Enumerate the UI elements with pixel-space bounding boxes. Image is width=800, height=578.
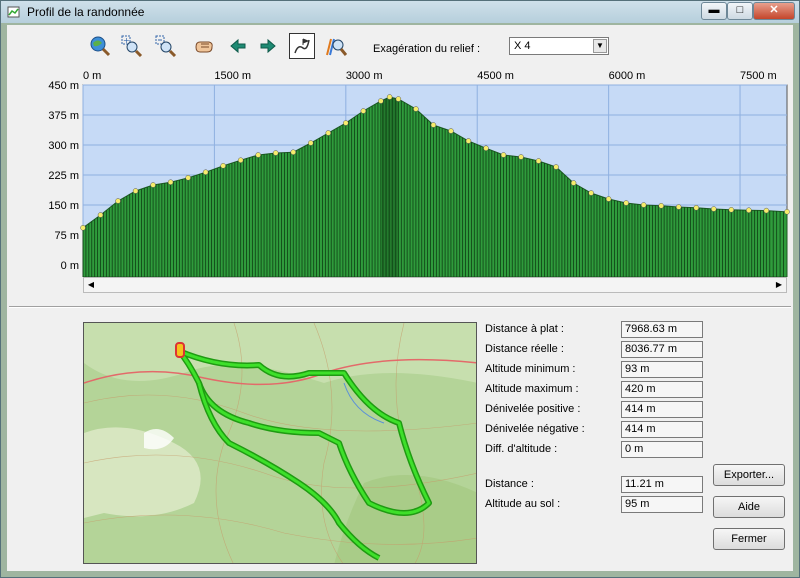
stat-value: 7968.63 m (621, 321, 703, 338)
stat-label: Distance à plat : (485, 323, 564, 335)
profile-point (728, 207, 735, 213)
profile-point (693, 205, 699, 211)
profile-window: Profil de la randonnée ▬ □ ✕ + Exagérati… (0, 0, 800, 578)
profile-point (535, 158, 542, 164)
profile-point (430, 122, 437, 128)
stat-label: Distance réelle : (485, 343, 564, 355)
profile-point (220, 163, 226, 169)
profile-point (80, 225, 86, 231)
export-button[interactable]: Exporter... (713, 464, 785, 486)
profile-point (132, 188, 139, 194)
profile-point (272, 150, 279, 156)
profile-point (97, 212, 104, 218)
profile-point (185, 175, 191, 181)
profile-scrollbar[interactable]: ◀ ▶ (83, 277, 787, 293)
x-tick-label: 0 m (83, 70, 101, 82)
y-tick-label: 75 m (55, 230, 79, 242)
stat-label: Altitude maximum : (485, 383, 579, 395)
maximize-button[interactable]: □ (727, 2, 753, 20)
stat-label: Altitude minimum : (485, 363, 576, 375)
profile-point (675, 204, 682, 210)
profile-point (202, 169, 209, 175)
profile-point (483, 145, 489, 151)
profile-point (763, 207, 770, 214)
close-button[interactable]: Fermer (713, 528, 785, 550)
y-tick-label: 225 m (48, 170, 79, 182)
profile-point (308, 140, 314, 146)
profile-point (343, 120, 349, 126)
profile-point (167, 179, 174, 185)
profile-point (115, 198, 121, 204)
x-tick-label: 3000 m (346, 70, 383, 82)
divider (9, 306, 791, 308)
profile-point (255, 152, 261, 158)
profile-point (360, 108, 367, 114)
window-title: Profil de la randonnée (27, 5, 145, 19)
profile-point (553, 164, 559, 170)
topographic-map-image (84, 323, 476, 563)
stat-value: 420 m (621, 381, 703, 398)
profile-point (588, 190, 594, 196)
scroll-right-arrow-icon[interactable]: ▶ (772, 278, 786, 292)
stat-value: 414 m (621, 421, 703, 438)
help-button[interactable]: Aide (713, 496, 785, 518)
elevation-profile-chart[interactable]: 0 m 1500 m 3000 m 4500 m 6000 m 7500 m 450 m 37… (7, 25, 793, 277)
minimize-button[interactable]: ▬ (701, 2, 727, 20)
x-tick-label: 6000 m (609, 70, 646, 82)
stat-label: Dénivelée positive : (485, 403, 581, 415)
profile-point (711, 206, 717, 212)
profile-point (413, 106, 419, 112)
profile-point (325, 130, 332, 136)
x-tick-label: 7500 m (740, 70, 777, 82)
x-tick-label: 1500 m (214, 70, 251, 82)
profile-point (570, 180, 577, 186)
close-window-button[interactable]: ✕ (753, 2, 795, 20)
y-tick-label: 150 m (48, 200, 79, 212)
profile-point (465, 138, 472, 144)
route-map[interactable] (83, 322, 477, 564)
y-tick-label: 300 m (48, 140, 79, 152)
profile-point (378, 98, 384, 104)
x-tick-label: 4500 m (477, 70, 514, 82)
profile-point (448, 128, 454, 134)
profile-point (518, 154, 524, 160)
stat-label: Dénivelée négative : (485, 423, 585, 435)
profile-point (640, 202, 647, 208)
cursor-value: 11.21 m (621, 476, 703, 493)
y-tick-label: 450 m (48, 80, 79, 92)
profile-point (605, 196, 612, 202)
profile-point (500, 152, 507, 158)
client-area: + Exagération du relief: X 4 ▼ 0 m 1500… (7, 25, 793, 571)
profile-point (150, 182, 156, 188)
stat-value: 8036.77 m (621, 341, 703, 358)
y-tick-label: 0 m (61, 260, 79, 272)
cursor-label: Altitude au sol : (485, 498, 561, 510)
profile-point (237, 157, 244, 163)
profile-point (386, 94, 393, 100)
stat-value: 414 m (621, 401, 703, 418)
cursor-label: Distance : (485, 478, 534, 490)
hiking-profile-icon (7, 6, 20, 18)
profile-point (395, 96, 402, 102)
stat-value: 0 m (621, 441, 703, 458)
profile-point (784, 209, 790, 215)
scroll-left-arrow-icon[interactable]: ◀ (84, 278, 98, 292)
profile-point (658, 203, 664, 209)
profile-point (290, 149, 297, 155)
y-tick-label: 375 m (48, 110, 79, 122)
profile-point (746, 207, 752, 213)
stat-label: Diff. d'altitude : (485, 443, 558, 455)
cursor-value: 95 m (621, 496, 703, 513)
stat-value: 93 m (621, 361, 703, 378)
profile-point (623, 200, 629, 206)
title-bar[interactable]: Profil de la randonnée ▬ □ ✕ (1, 1, 799, 23)
